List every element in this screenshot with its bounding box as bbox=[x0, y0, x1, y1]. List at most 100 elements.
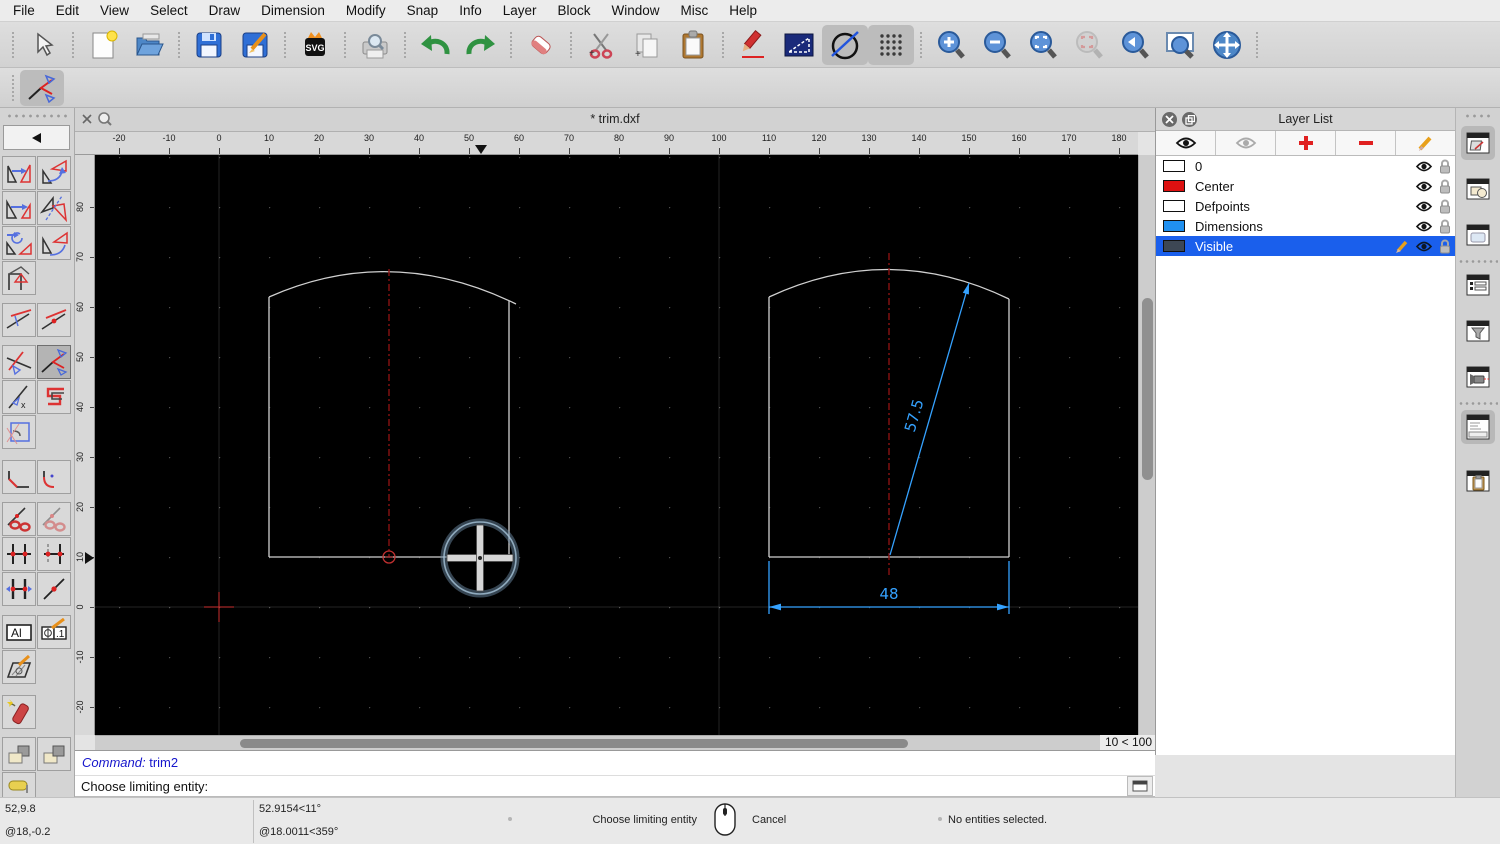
layer-row-visible[interactable]: Visible bbox=[1156, 236, 1455, 256]
zoom-selected-icon[interactable] bbox=[1066, 25, 1112, 65]
undo-icon[interactable] bbox=[412, 25, 458, 65]
layer-visibility-icon[interactable] bbox=[1415, 220, 1433, 233]
layer-edit-icon[interactable] bbox=[1395, 239, 1410, 254]
zoom-previous-icon[interactable] bbox=[1112, 25, 1158, 65]
text-edit-tool-icon[interactable]: Al bbox=[2, 615, 36, 649]
svg-export-icon[interactable]: SVG bbox=[292, 25, 338, 65]
mirror-tool-icon[interactable] bbox=[37, 191, 71, 225]
menu-item-info[interactable]: Info bbox=[459, 3, 482, 18]
menu-item-layer[interactable]: Layer bbox=[503, 3, 537, 18]
layer-row-center[interactable]: Center bbox=[1156, 176, 1455, 196]
trim-two-tool-icon[interactable] bbox=[37, 345, 71, 379]
show-all-layers-icon[interactable] bbox=[1156, 131, 1216, 155]
layer-panel-detach-icon[interactable] bbox=[1182, 112, 1197, 127]
layer-lock-icon[interactable] bbox=[1438, 238, 1452, 254]
edit-layer-icon[interactable] bbox=[1396, 131, 1455, 155]
trim-two-active-icon[interactable] bbox=[20, 69, 64, 106]
menu-item-select[interactable]: Select bbox=[150, 3, 188, 18]
hatch-edit-tool-icon[interactable] bbox=[2, 650, 36, 684]
layer-panel-close-icon[interactable] bbox=[1162, 112, 1177, 127]
round-tool-icon[interactable] bbox=[37, 460, 71, 494]
menu-item-draw[interactable]: Draw bbox=[209, 3, 241, 18]
move-rotate-tool-icon[interactable] bbox=[2, 226, 36, 260]
command-dock-icon[interactable] bbox=[1461, 410, 1495, 444]
new-document-icon[interactable] bbox=[80, 25, 126, 65]
open-file-icon[interactable] bbox=[126, 25, 172, 65]
draft-mode-icon[interactable] bbox=[822, 24, 868, 65]
vertical-scrollbar[interactable] bbox=[1138, 155, 1155, 735]
vertical-scrollbar-thumb[interactable] bbox=[1142, 298, 1153, 480]
order-bottom-tool-icon[interactable] bbox=[37, 737, 71, 771]
pen-edit-icon[interactable] bbox=[730, 25, 776, 65]
horizontal-scrollbar-thumb[interactable] bbox=[240, 739, 908, 748]
left-shape[interactable] bbox=[268, 270, 517, 558]
select-pointer-icon[interactable] bbox=[20, 25, 66, 65]
move-tool-icon[interactable] bbox=[2, 156, 36, 190]
paste-icon[interactable] bbox=[670, 25, 716, 65]
layer-visibility-icon[interactable] bbox=[1415, 200, 1433, 213]
trim-tool-icon[interactable] bbox=[2, 345, 36, 379]
save-icon[interactable] bbox=[186, 25, 232, 65]
menu-item-dimension[interactable]: Dimension bbox=[261, 3, 325, 18]
menu-item-modify[interactable]: Modify bbox=[346, 3, 386, 18]
layer-row-0[interactable]: 0 bbox=[1156, 156, 1455, 176]
menu-item-snap[interactable]: Snap bbox=[407, 3, 439, 18]
left-centerline[interactable] bbox=[382, 269, 396, 564]
menu-item-block[interactable]: Block bbox=[558, 3, 591, 18]
drawing-canvas[interactable]: 57.5 48 bbox=[95, 155, 1138, 735]
layer-visibility-icon[interactable] bbox=[1415, 180, 1433, 193]
cut-icon[interactable]: + bbox=[578, 25, 624, 65]
rotate-two-tool-icon[interactable] bbox=[37, 226, 71, 260]
attributes-tool-icon[interactable] bbox=[2, 261, 36, 295]
bevel-tool-icon[interactable] bbox=[2, 460, 36, 494]
lengthen-tool-icon[interactable]: x bbox=[2, 380, 36, 414]
entity-list-dock-icon[interactable] bbox=[1461, 268, 1495, 302]
clipboard-dock-icon[interactable] bbox=[1461, 464, 1495, 498]
stretch-tool-icon[interactable] bbox=[2, 537, 36, 571]
menu-item-edit[interactable]: Edit bbox=[56, 3, 79, 18]
order-top-tool-icon[interactable] bbox=[2, 737, 36, 771]
explode-tool-icon[interactable] bbox=[2, 695, 36, 729]
menu-item-window[interactable]: Window bbox=[612, 3, 660, 18]
palette-back-button[interactable] bbox=[3, 125, 70, 150]
delete-eraser-icon[interactable] bbox=[518, 25, 564, 65]
scale-tool-icon[interactable] bbox=[2, 191, 36, 225]
zoom-window-icon[interactable] bbox=[1158, 25, 1204, 65]
layer-dock-icon[interactable] bbox=[1461, 126, 1495, 160]
polyline-tool-icon[interactable] bbox=[37, 380, 71, 414]
block-dock-icon[interactable] bbox=[1461, 172, 1495, 206]
zoom-pan-icon[interactable] bbox=[1204, 25, 1250, 65]
offset-tool-icon[interactable] bbox=[2, 303, 36, 337]
grid-toggle-icon[interactable] bbox=[868, 24, 914, 65]
layer-visibility-icon[interactable] bbox=[1415, 160, 1433, 173]
fillet-tool-icon[interactable] bbox=[2, 415, 36, 449]
copy-icon[interactable]: + bbox=[624, 25, 670, 65]
cut-tool-icon[interactable] bbox=[2, 502, 36, 536]
command-widget-toggle-icon[interactable] bbox=[1127, 776, 1153, 796]
dimension-edit-tool-icon[interactable]: .1 bbox=[37, 615, 71, 649]
rotate-tool-icon[interactable] bbox=[37, 156, 71, 190]
layer-row-defpoints[interactable]: Defpoints bbox=[1156, 196, 1455, 216]
zoom-in-icon[interactable] bbox=[928, 25, 974, 65]
hide-all-layers-icon[interactable] bbox=[1216, 131, 1276, 155]
stretch-two-tool-icon[interactable] bbox=[37, 537, 71, 571]
break-tool-icon[interactable] bbox=[37, 572, 71, 606]
stretch-h-tool-icon[interactable] bbox=[2, 572, 36, 606]
aligned-dimension[interactable]: 57.5 bbox=[889, 282, 970, 556]
remove-layer-icon[interactable] bbox=[1336, 131, 1396, 155]
paint-roller-tool-icon[interactable] bbox=[2, 772, 36, 797]
layer-lock-icon[interactable] bbox=[1438, 218, 1452, 234]
layer-row-dimensions[interactable]: Dimensions bbox=[1156, 216, 1455, 236]
menu-item-view[interactable]: View bbox=[100, 3, 129, 18]
menu-item-misc[interactable]: Misc bbox=[681, 3, 709, 18]
cut-two-tool-icon[interactable] bbox=[37, 502, 71, 536]
add-layer-icon[interactable] bbox=[1276, 131, 1336, 155]
selection-options-icon[interactable] bbox=[776, 25, 822, 65]
menu-item-file[interactable]: File bbox=[13, 3, 35, 18]
filter-dock-icon[interactable] bbox=[1461, 314, 1495, 348]
command-input[interactable] bbox=[212, 777, 1127, 795]
pen-palette-dock-icon[interactable] bbox=[1461, 360, 1495, 394]
print-preview-icon[interactable] bbox=[352, 25, 398, 65]
save-as-icon[interactable] bbox=[232, 25, 278, 65]
menu-item-help[interactable]: Help bbox=[729, 3, 757, 18]
